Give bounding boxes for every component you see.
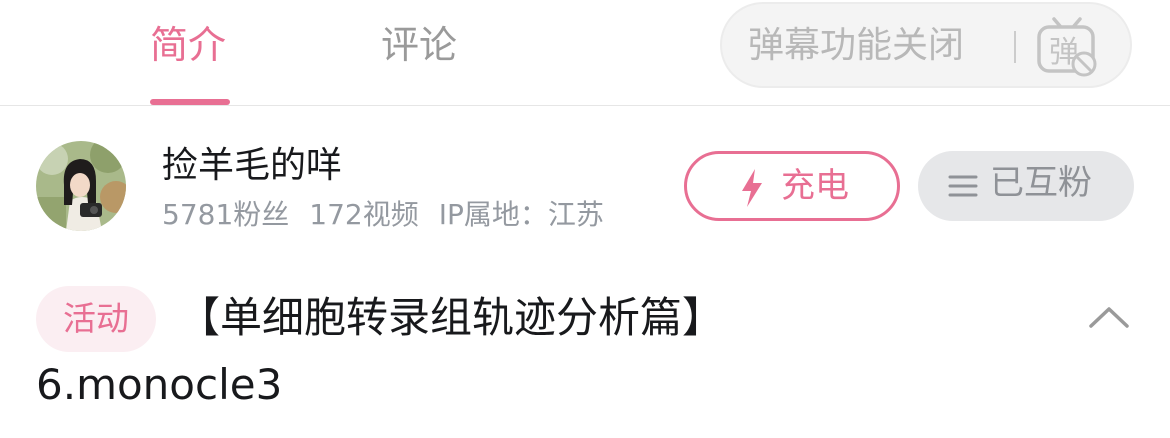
activity-tag[interactable]: 活动 bbox=[36, 286, 156, 352]
follow-status-button[interactable]: 已互粉 bbox=[918, 151, 1134, 221]
lightning-icon bbox=[742, 169, 762, 207]
menu-lines-icon bbox=[948, 175, 978, 197]
avatar[interactable] bbox=[36, 141, 126, 231]
video-title-continued: 6.monocle3 bbox=[36, 360, 283, 409]
chevron-up-icon[interactable] bbox=[1086, 302, 1132, 332]
danmaku-label: 弹幕功能关闭 bbox=[748, 25, 965, 66]
danmaku-off-icon[interactable]: 弹 bbox=[1034, 13, 1100, 79]
charge-button[interactable]: 充电 bbox=[684, 151, 900, 221]
ip-location: IP属地：江苏 bbox=[438, 198, 604, 231]
fans-count: 5781粉丝 bbox=[162, 198, 290, 231]
follow-status-label: 已互粉 bbox=[990, 163, 1092, 203]
uploader-stats: 5781粉丝 172视频 IP属地：江苏 bbox=[162, 197, 624, 233]
tab-comments[interactable]: 评论 bbox=[381, 22, 457, 68]
danmaku-toggle[interactable]: 弹幕功能关闭 弹 bbox=[720, 2, 1132, 88]
video-count: 172视频 bbox=[309, 198, 419, 231]
tab-divider bbox=[0, 105, 1170, 106]
charge-label: 充电 bbox=[781, 166, 849, 206]
danmaku-separator bbox=[1014, 31, 1016, 63]
avatar-photo bbox=[36, 141, 126, 231]
tab-intro[interactable]: 简介 bbox=[150, 22, 226, 68]
video-title: 【单细胞转录组轨迹分析篇】 bbox=[178, 293, 725, 342]
uploader-name[interactable]: 捡羊毛的咩 bbox=[162, 144, 342, 188]
activity-tag-label: 活动 bbox=[63, 299, 129, 338]
